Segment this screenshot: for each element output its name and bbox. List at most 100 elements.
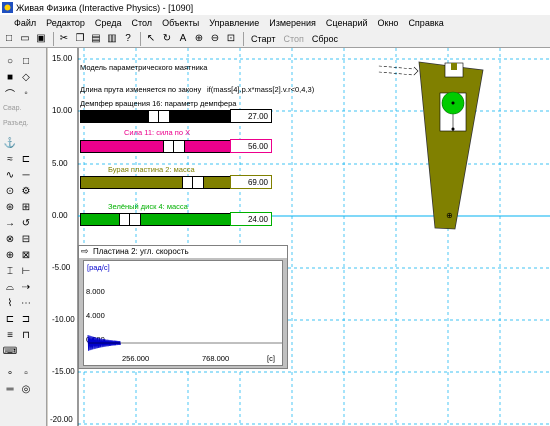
graph-tool-icon[interactable]: ⌇ <box>3 296 17 310</box>
graph-trace <box>87 334 282 351</box>
square-tool-icon[interactable]: ■ <box>3 70 17 84</box>
menu-file[interactable]: Файл <box>0 18 41 28</box>
workspace-canvas[interactable]: 15.00 10.00 5.00 0.00 -5.00 -10.00 -15.0… <box>48 48 550 426</box>
cut-icon[interactable]: ✂ <box>57 32 71 46</box>
text-tool-icon[interactable]: ⌨ <box>3 344 17 358</box>
measure-tool-icon[interactable]: ⊢ <box>19 264 33 278</box>
circle-tool-icon[interactable]: ○ <box>3 54 17 68</box>
text-icon[interactable]: A <box>176 32 190 46</box>
graph-plot-area: [рад/с] 8.000 4.000 0.000 256.000 768.00… <box>83 260 283 366</box>
torque-tool-icon[interactable]: ↺ <box>19 216 33 230</box>
gear-tool-icon[interactable]: ⚙ <box>19 184 33 198</box>
button-tool-icon[interactable]: ⊏ <box>3 312 17 326</box>
menu-control[interactable]: Управление <box>204 18 264 28</box>
trace-tool-icon[interactable]: ⋯ <box>19 296 33 310</box>
copy-icon[interactable]: ❐ <box>73 32 87 46</box>
toolbar: □ ▭ ▣ ✂ ❐ ▤ ▥ ? ↖ ↻ A ⊕ ⊖ ⊡ Старт Стоп С… <box>0 30 550 48</box>
stop-button[interactable]: Стоп <box>279 34 307 44</box>
menu-objects[interactable]: Объекты <box>157 18 204 28</box>
slider-knob[interactable] <box>148 111 170 122</box>
menu-edit[interactable]: Редактор <box>41 18 90 28</box>
help-icon[interactable]: ? <box>121 32 135 46</box>
menu-help[interactable]: Справка <box>403 18 448 28</box>
plate-mass-slider-label: Бурая пластина 2: масса <box>108 165 195 174</box>
open-folder-icon[interactable]: ▭ <box>18 32 32 46</box>
app-icon <box>2 2 13 13</box>
split-button[interactable]: Разъед. <box>3 120 28 127</box>
graph-arrow-icon[interactable]: ⇨ <box>81 246 89 257</box>
dot-tool-icon[interactable]: ∘ <box>3 366 17 380</box>
reset-button[interactable]: Сброс <box>308 34 342 44</box>
meter-tool-icon[interactable]: ⌓ <box>3 280 17 294</box>
y-tick-label: 10.00 <box>52 106 73 115</box>
vector-tool-icon[interactable]: ⇢ <box>19 280 33 294</box>
menu-table[interactable]: Стол <box>126 18 157 28</box>
slider-tool-icon[interactable]: ⊐ <box>19 312 33 326</box>
rectangle-tool-icon[interactable]: □ <box>19 54 33 68</box>
motor-tool-icon[interactable]: ⊛ <box>3 200 17 214</box>
zoom-in-icon[interactable]: ⊕ <box>192 32 206 46</box>
spring-tool-icon[interactable]: ≈ <box>3 152 17 166</box>
rod-law-text: Длина прута изменяется по закону <box>80 85 202 94</box>
y-tick-label: 0.00 <box>52 211 68 220</box>
new-file-icon[interactable]: □ <box>2 32 16 46</box>
run-button[interactable]: Старт <box>247 34 279 44</box>
slot-tool-icon[interactable]: ⊟ <box>19 232 33 246</box>
force-value-field[interactable]: 56.00 <box>230 139 272 153</box>
curve-tool-icon[interactable]: ⌒ <box>3 86 17 101</box>
rod-tool-icon[interactable]: ─ <box>19 168 33 182</box>
plate-mass-value-field[interactable]: 69.00 <box>230 175 272 189</box>
slider-knob[interactable] <box>163 141 185 152</box>
anchor-icon[interactable]: ⚓ <box>3 136 17 150</box>
zoom-out-icon[interactable]: ⊖ <box>208 32 222 46</box>
slider-knob[interactable] <box>182 177 204 188</box>
toolbar-separator <box>243 31 244 46</box>
pulley-tool-icon[interactable]: ⊙ <box>3 184 17 198</box>
input-tool-icon[interactable]: ⊓ <box>19 328 33 342</box>
menu-measure[interactable]: Измерения <box>264 18 321 28</box>
menu-script[interactable]: Сценарий <box>321 18 373 28</box>
hole-tool-icon[interactable]: ▫ <box>19 366 33 380</box>
slider-knob[interactable] <box>119 214 141 225</box>
print-icon[interactable]: ▥ <box>105 32 119 46</box>
zoom-fit-icon[interactable]: ⊡ <box>224 32 238 46</box>
rod-formula-text: if(mass[4].p.x*mass[2].v.r<0,4,3) <box>207 85 315 94</box>
y-tick-label: 15.00 <box>52 54 73 63</box>
tool-palette: ○ □ ■ ◇ ⌒ ◦ Свар. Разъед. ⚓ ≈ ⊏ ∿ ─ ⊙ ⚙ … <box>0 48 47 426</box>
point-tool-icon[interactable]: ◦ <box>19 86 33 100</box>
menu-world[interactable]: Среда <box>90 18 127 28</box>
menu-tool-icon[interactable]: ≡ <box>3 328 17 342</box>
save-icon[interactable]: ▣ <box>34 32 48 46</box>
target-tool-icon[interactable]: ◎ <box>19 382 33 396</box>
paste-icon[interactable]: ▤ <box>89 32 103 46</box>
damper-value-field[interactable]: 27.00 <box>230 109 272 123</box>
graph-window[interactable]: Пластина 2: угл. скорость ⇨ [рад/с] 8.00… <box>78 245 288 369</box>
damper-tool-icon[interactable]: ⊏ <box>19 152 33 166</box>
rigid-joint-tool-icon[interactable]: ⊠ <box>19 248 33 262</box>
rope-tool-icon[interactable]: ∿ <box>3 168 17 182</box>
force-tool-icon[interactable]: → <box>3 216 17 230</box>
window-title: Живая Физика (Interactive Physics) - [10… <box>16 2 194 13</box>
actuator-tool-icon[interactable]: ⊞ <box>19 200 33 214</box>
force-slider-label: Сила 11: сила по X <box>124 128 191 137</box>
y-tick-label: -20.00 <box>50 415 73 424</box>
pendulum-model[interactable]: ⊕ <box>378 53 518 253</box>
y-tick-label: -10.00 <box>52 315 75 324</box>
menu-window[interactable]: Окно <box>373 18 404 28</box>
disk-mass-value-field[interactable]: 24.00 <box>230 212 272 226</box>
toolbar-separator <box>53 31 54 46</box>
joint-tool-icon[interactable]: ⊗ <box>3 232 17 246</box>
toolbar-separator <box>140 31 141 46</box>
weld-button[interactable]: Свар. <box>3 105 21 112</box>
svg-text:⊕: ⊕ <box>446 211 453 220</box>
scene-title: Модель параметрического маятника <box>80 63 208 72</box>
disk-mass-slider-label: Зелёный диск 4: масса <box>108 202 188 211</box>
app-window: Живая Физика (Interactive Physics) - [10… <box>0 0 550 426</box>
y-tick-label: -5.00 <box>52 263 71 272</box>
rotate-icon[interactable]: ↻ <box>160 32 174 46</box>
pointer-icon[interactable]: ↖ <box>144 32 158 46</box>
pin-tool-icon[interactable]: ⊕ <box>3 248 17 262</box>
separator-tool-icon[interactable]: ⌶ <box>3 264 17 278</box>
polygon-tool-icon[interactable]: ◇ <box>19 70 33 84</box>
double-line-tool-icon[interactable]: ═ <box>3 382 17 396</box>
